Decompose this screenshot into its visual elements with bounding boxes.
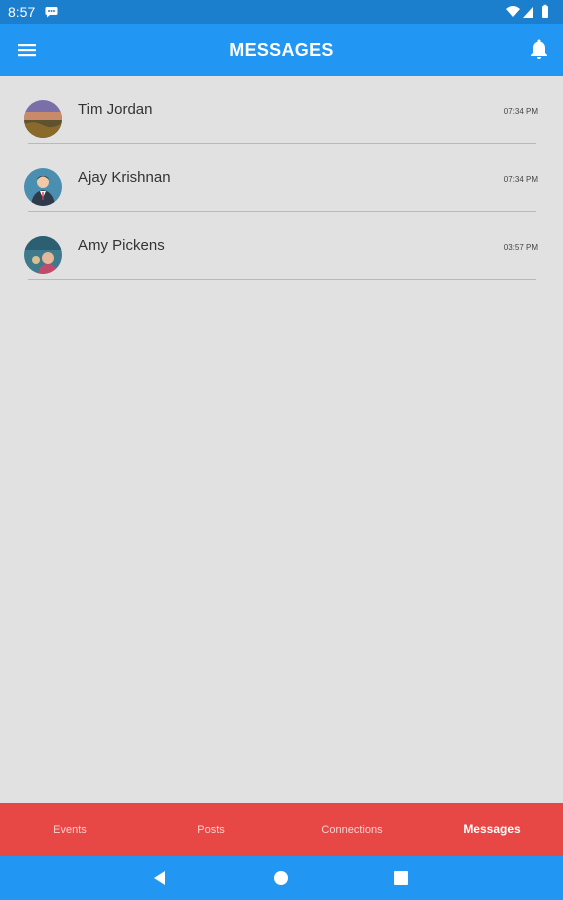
businessman-avatar (24, 168, 62, 206)
contact-name: Tim Jordan (78, 101, 153, 118)
notification-bell-icon[interactable] (527, 37, 551, 61)
page-title: MESSAGES (229, 40, 334, 60)
nav-tab-events[interactable]: Events (0, 803, 140, 856)
bottom-navigation: Events Posts Connections Messages (0, 803, 563, 856)
system-navigation-bar (0, 856, 563, 900)
message-time: 07:34 PM (503, 107, 538, 116)
conversation-item[interactable]: Amy Pickens 03:57 PM (0, 212, 563, 280)
contact-name: Amy Pickens (78, 237, 165, 254)
status-time: 8:57 (8, 4, 36, 20)
recent-apps-icon[interactable] (391, 868, 411, 888)
nav-tab-messages[interactable]: Messages (422, 803, 562, 856)
signal-icon (523, 7, 533, 18)
contact-name: Ajay Krishnan (78, 169, 171, 186)
landscape-sunset-avatar (24, 100, 62, 138)
nav-tab-posts[interactable]: Posts (141, 803, 281, 856)
status-icons (506, 4, 548, 18)
divider (28, 279, 536, 280)
conversation-item[interactable]: Ajay Krishnan 07:34 PM (0, 144, 563, 212)
chat-notification-icon (45, 7, 58, 18)
app-bar: MESSAGES (0, 24, 563, 76)
status-bar: 8:57 (0, 0, 563, 24)
home-icon[interactable] (271, 868, 291, 888)
wifi-icon (506, 6, 520, 17)
person-photo-avatar (24, 236, 62, 274)
conversation-item[interactable]: Tim Jordan 07:34 PM (0, 76, 563, 144)
back-icon[interactable] (150, 868, 170, 888)
battery-icon (542, 6, 548, 18)
message-list: Tim Jordan 07:34 PM Ajay Krishnan 07:34 … (0, 76, 563, 280)
nav-tab-connections[interactable]: Connections (282, 803, 422, 856)
message-time: 03:57 PM (503, 243, 538, 252)
message-time: 07:34 PM (503, 175, 538, 184)
